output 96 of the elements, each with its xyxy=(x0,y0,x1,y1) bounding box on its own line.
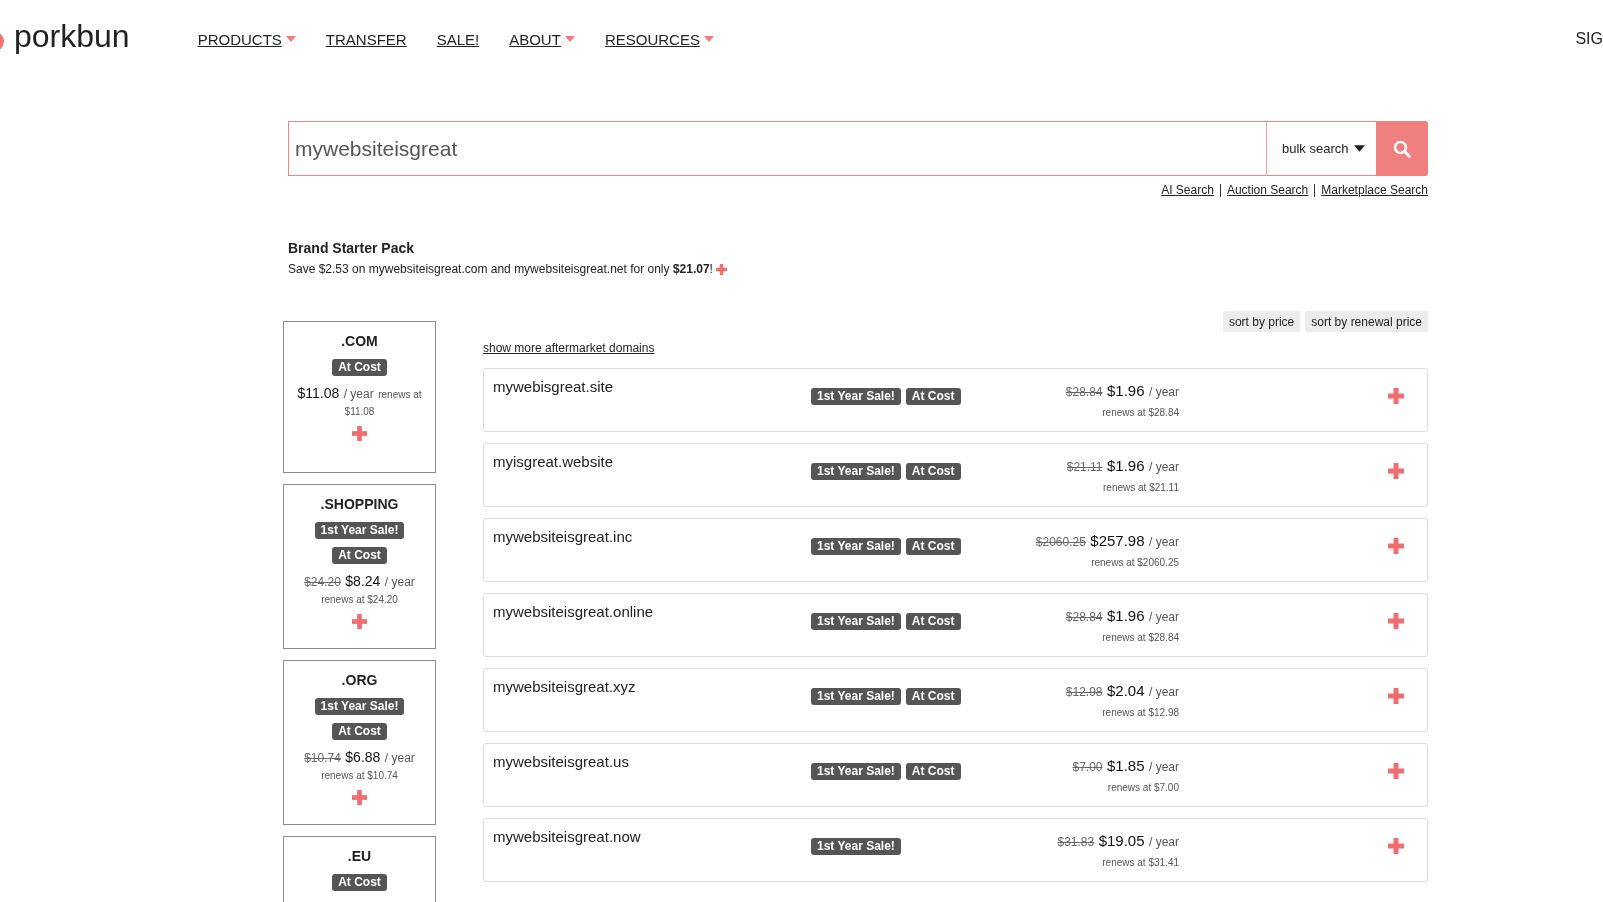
nav-link[interactable]: RESOURCES xyxy=(604,30,714,48)
deal-tag: At Cost xyxy=(332,874,387,891)
price: $19.05 xyxy=(1098,831,1145,849)
plus-icon[interactable] xyxy=(1388,838,1404,854)
period-label: / year xyxy=(1149,459,1179,474)
old-price: $12.98 xyxy=(1065,684,1103,699)
logo-icon xyxy=(0,33,4,49)
caret-icon xyxy=(285,36,296,42)
deal-tag: 1st Year Sale! xyxy=(811,762,901,780)
search-button[interactable] xyxy=(1376,121,1428,176)
renewal-price: renews at $2060.25 xyxy=(1091,556,1179,568)
price: $1.96 xyxy=(1107,606,1145,624)
plus-icon[interactable] xyxy=(1388,538,1404,554)
search-link[interactable]: Auction Search xyxy=(1226,183,1309,197)
caret-icon xyxy=(1354,145,1366,152)
deal-tag: 1st Year Sale! xyxy=(314,698,405,715)
sort-button[interactable]: sort by price xyxy=(1222,311,1301,332)
nav-link[interactable]: TRANSFER xyxy=(325,30,407,48)
nav-link[interactable]: PRODUCTS xyxy=(197,30,296,48)
price: $257.98 xyxy=(1090,531,1145,549)
deal-tag: At Cost xyxy=(332,359,387,376)
search-field[interactable]: mywebsiteisgreat xyxy=(288,121,1266,176)
deal-tag: At Cost xyxy=(905,762,961,780)
account-link[interactable]: SIG xyxy=(1575,30,1603,48)
search-link[interactable]: Marketplace Search xyxy=(1321,183,1428,197)
caret-icon xyxy=(703,36,714,42)
aftermarket-link[interactable]: show more aftermarket domains xyxy=(483,340,655,356)
deal-tag: At Cost xyxy=(332,723,387,740)
period-label: / year xyxy=(1149,534,1179,549)
renewal-price: renews at $31.41 xyxy=(1102,856,1179,868)
old-price: $31.83 xyxy=(1057,834,1095,849)
nav-link[interactable]: ABOUT xyxy=(509,30,575,48)
plus-icon[interactable] xyxy=(715,263,727,275)
deal-tag: At Cost xyxy=(905,387,961,405)
tld-name: .SHOPPING xyxy=(320,495,399,514)
renewal-price: renews at $12.98 xyxy=(1102,706,1179,718)
domain-name: myisgreat.website xyxy=(493,453,614,470)
promo-text: Save $2.53 on mywebsiteisgreat.com and mywebsiteisgreat.net for only $21.07! xyxy=(288,261,713,277)
deal-tag: 1st Year Sale! xyxy=(811,687,901,705)
nav-link[interactable]: SALE! xyxy=(436,30,480,48)
deal-tag: At Cost xyxy=(332,547,387,564)
bulk-search-dropdown[interactable]: bulk search xyxy=(1266,121,1376,176)
plus-icon[interactable] xyxy=(352,426,367,441)
deal-tag: 1st Year Sale! xyxy=(811,462,901,480)
deal-tag: At Cost xyxy=(905,687,961,705)
domain-name: mywebsiteisgreat.now xyxy=(493,828,641,845)
deal-tag: 1st Year Sale! xyxy=(811,837,901,855)
deal-tag: At Cost xyxy=(905,462,961,480)
search-link[interactable]: AI Search xyxy=(1161,183,1214,197)
plus-icon[interactable] xyxy=(1388,463,1404,479)
logo-text: porkbun xyxy=(14,20,130,52)
period-label: / year xyxy=(1149,384,1179,399)
deal-tag: At Cost xyxy=(905,612,961,630)
domain-name: mywebsiteisgreat.us xyxy=(493,753,629,770)
promo-title: Brand Starter Pack xyxy=(288,240,415,256)
plus-icon[interactable] xyxy=(352,790,367,805)
domain-name: mywebsiteisgreat.xyz xyxy=(493,678,636,695)
domain-name: mywebsiteisgreat.online xyxy=(493,603,654,620)
old-price: $28.84 xyxy=(1065,384,1103,399)
plus-icon[interactable] xyxy=(1388,688,1404,704)
search-icon xyxy=(1393,139,1411,158)
tld-name: .ORG xyxy=(341,671,378,690)
plus-icon[interactable] xyxy=(1388,613,1404,629)
deal-tag: 1st Year Sale! xyxy=(811,612,901,630)
price-text: $24.20 $8.24 / year renews at $24.20 xyxy=(303,573,416,607)
sort-button[interactable]: sort by renewal price xyxy=(1305,311,1428,332)
deal-tag: 1st Year Sale! xyxy=(314,522,405,539)
plus-icon[interactable] xyxy=(352,614,367,629)
old-price: $2060.25 xyxy=(1035,534,1086,549)
price: $1.96 xyxy=(1107,381,1145,399)
period-label: / year xyxy=(1149,759,1179,774)
deal-tag: 1st Year Sale! xyxy=(811,537,901,555)
plus-icon[interactable] xyxy=(1388,388,1404,404)
renewal-price: renews at $28.84 xyxy=(1102,406,1179,418)
domain-name: mywebisgreat.site xyxy=(493,378,614,395)
caret-icon xyxy=(564,36,575,42)
renewal-price: renews at $21.11 xyxy=(1103,481,1179,493)
old-price: $21.11 xyxy=(1066,459,1103,474)
period-label: / year xyxy=(1149,684,1179,699)
period-label: / year xyxy=(1149,834,1179,849)
old-price: $28.84 xyxy=(1065,609,1103,624)
price: $2.04 xyxy=(1107,681,1145,699)
price: $1.96 xyxy=(1107,456,1145,474)
price-text: $10.74 $6.88 / year renews at $10.74 xyxy=(303,749,416,783)
renewal-price: renews at $28.84 xyxy=(1102,631,1179,643)
renewal-price: renews at $7.00 xyxy=(1107,781,1179,793)
tld-name: .EU xyxy=(347,847,372,866)
deal-tag: 1st Year Sale! xyxy=(811,387,901,405)
old-price: $7.00 xyxy=(1072,759,1103,774)
domain-name: mywebsiteisgreat.inc xyxy=(493,528,633,545)
price: $1.85 xyxy=(1107,756,1145,774)
price-text: $11.08 / year renews at $11.08 xyxy=(296,385,423,419)
period-label: / year xyxy=(1149,609,1179,624)
tld-name: .COM xyxy=(341,332,378,351)
plus-icon[interactable] xyxy=(1388,763,1404,779)
deal-tag: At Cost xyxy=(905,537,961,555)
